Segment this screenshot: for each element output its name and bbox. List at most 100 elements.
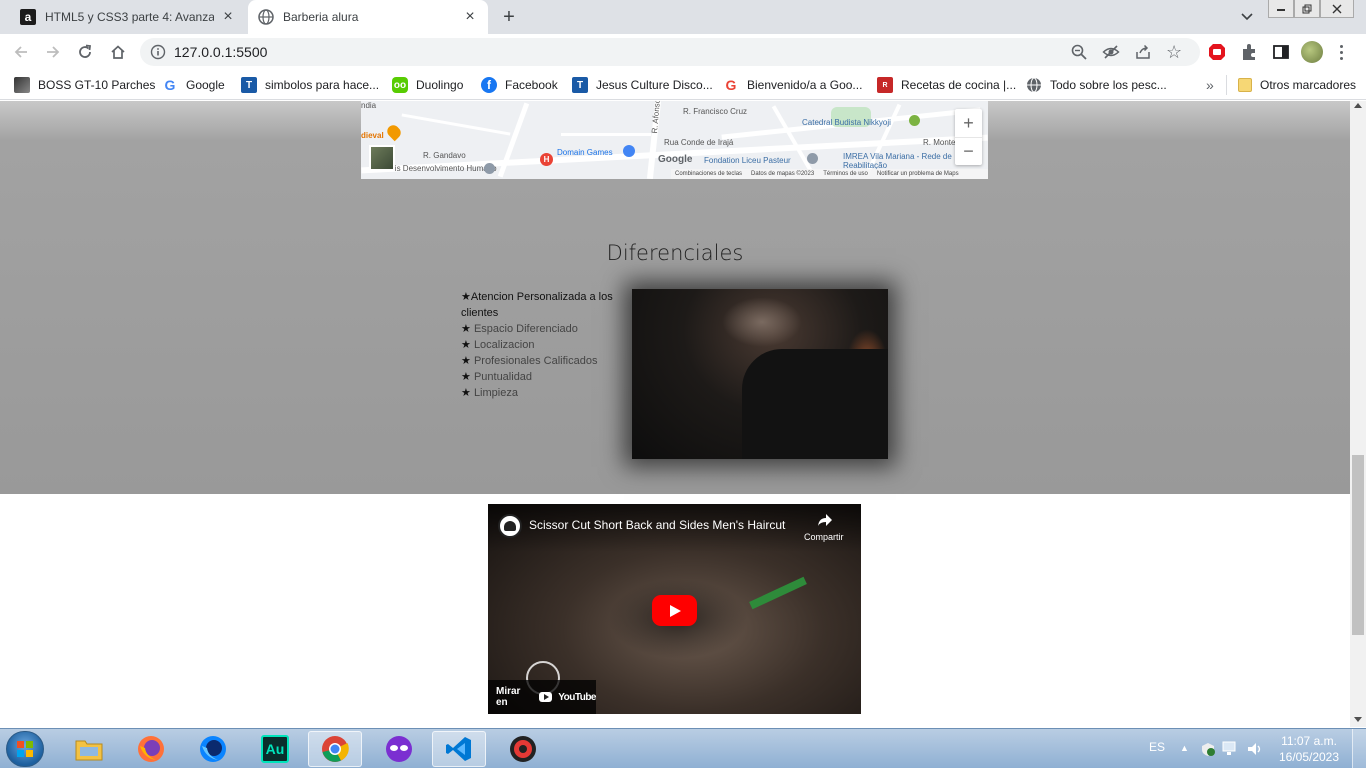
bookmark-label: Otros marcadores (1260, 78, 1357, 92)
bookmark-pesca[interactable]: Todo sobre los pesc... (1026, 76, 1167, 94)
section-title: Diferenciales (606, 241, 744, 265)
bookmarks-divider (1226, 75, 1227, 95)
page-scrollbar[interactable] (1350, 101, 1366, 727)
network-icon[interactable] (1222, 741, 1240, 757)
list-item: ★ Localizacion (461, 337, 631, 353)
bookmark-label: Recetas de cocina |... (901, 78, 1017, 92)
page-viewport: ndia dieval R. Gandavo Modulis Desenvolv… (0, 101, 1350, 727)
start-button[interactable] (6, 731, 44, 767)
language-indicator[interactable]: ES (1149, 740, 1165, 754)
youtube-wordmark: YouTube (558, 691, 596, 703)
google-icon: G (725, 77, 737, 93)
youtube-embed[interactable]: Scissor Cut Short Back and Sides Men's H… (488, 504, 861, 714)
google-logo: Google (658, 154, 693, 165)
t-icon: T (572, 77, 588, 93)
scroll-down-icon[interactable] (1354, 717, 1362, 722)
zoom-in-button[interactable]: + (955, 109, 982, 137)
menu-icon[interactable] (1337, 43, 1345, 61)
audition-icon[interactable]: Au (248, 731, 302, 767)
bookmark-label: BOSS GT-10 Parches (38, 78, 156, 92)
zoom-out-button[interactable]: − (955, 137, 982, 165)
close-window-button[interactable] (1320, 0, 1354, 18)
bookmark-label: Jesus Culture Disco... (596, 78, 713, 92)
other-bookmarks-folder[interactable]: Otros marcadores (1238, 76, 1356, 94)
map-footer-link: Datos de mapas ©2023 (751, 171, 815, 177)
extensions-icon[interactable] (1239, 42, 1259, 62)
map-footer-link[interactable]: Términos de uso (823, 171, 868, 177)
action-center-icon[interactable] (1200, 741, 1216, 757)
home-icon[interactable] (106, 40, 130, 64)
google-icon: G (164, 77, 176, 93)
back-icon[interactable] (9, 40, 33, 64)
bookmarks-overflow-button[interactable]: » (1206, 76, 1214, 94)
chrome-icon[interactable] (308, 731, 362, 767)
map-footer-link[interactable]: Combinaciones de teclas (675, 171, 742, 177)
side-panel-icon[interactable] (1271, 42, 1291, 62)
bookmark-boss[interactable]: BOSS GT-10 Parches (14, 76, 155, 94)
boss-icon (14, 77, 30, 93)
map-label: ndia (361, 101, 377, 110)
watch-on-youtube-button[interactable]: Mirar en YouTube (488, 680, 596, 714)
share-icon[interactable] (816, 512, 834, 530)
play-button[interactable] (652, 595, 697, 626)
share-icon[interactable] (1134, 43, 1152, 64)
store-pin-icon (623, 145, 635, 157)
share-label[interactable]: Compartir (804, 532, 844, 542)
new-tab-button[interactable]: + (498, 6, 520, 28)
tab-barberia-alura[interactable]: Barberia alura × (248, 0, 488, 34)
map-label: R. Monte (923, 138, 956, 147)
map-footer-link[interactable]: Notificar un problema de Maps (877, 171, 959, 177)
zoom-icon[interactable] (1070, 43, 1088, 64)
vscode-icon[interactable] (432, 731, 486, 767)
adblock-icon[interactable] (1207, 42, 1227, 62)
item-text: Limpieza (473, 387, 518, 399)
firefox-developer-icon[interactable] (186, 731, 240, 767)
video-title[interactable]: Scissor Cut Short Back and Sides Men's H… (529, 518, 785, 532)
scroll-up-icon[interactable] (1354, 103, 1362, 108)
youtube-logo-icon (538, 692, 553, 702)
star-icon: ★ (461, 291, 471, 303)
reload-icon[interactable] (73, 40, 97, 64)
forward-icon[interactable] (41, 40, 65, 64)
url-text: 127.0.0.1:5500 (174, 44, 268, 60)
list-item: ★ Limpieza (461, 385, 631, 401)
google-map[interactable]: ndia dieval R. Gandavo Modulis Desenvolv… (361, 101, 988, 179)
restore-button[interactable] (1294, 0, 1320, 18)
list-item: ★ Puntualidad (461, 369, 631, 385)
folder-icon (1238, 78, 1252, 92)
clock[interactable]: 11:07 a.m. 16/05/2023 (1274, 733, 1344, 765)
address-bar[interactable]: 127.0.0.1:5500 ☆ (140, 38, 1200, 66)
file-explorer-icon[interactable] (62, 731, 116, 767)
channel-avatar[interactable] (498, 514, 522, 538)
bookmark-duolingo[interactable]: oo Duolingo (392, 76, 463, 94)
volume-icon[interactable] (1246, 741, 1264, 757)
firefox-icon[interactable] (124, 731, 178, 767)
bookmark-bienvenido[interactable]: G Bienvenido/a a Goo... (723, 76, 863, 94)
star-icon: ★ (461, 371, 471, 383)
minimize-button[interactable] (1268, 0, 1294, 18)
tray-expand-icon[interactable]: ▲ (1180, 743, 1189, 753)
bookmark-google[interactable]: G Google (162, 76, 225, 94)
private-browser-icon[interactable] (372, 731, 426, 767)
tab-search-icon[interactable] (1238, 8, 1256, 26)
git-app-icon[interactable] (496, 731, 550, 767)
close-tab-icon[interactable]: × (462, 8, 478, 25)
site-info-icon[interactable] (150, 44, 166, 60)
satellite-toggle-button[interactable] (369, 145, 395, 171)
item-text: Atencion Personalizada a los clientes (461, 291, 613, 319)
recetas-icon: R (877, 77, 893, 93)
show-desktop-button[interactable] (1352, 729, 1366, 769)
scroll-thumb[interactable] (1352, 455, 1364, 635)
eye-slash-icon[interactable] (1102, 43, 1120, 64)
bookmark-recetas[interactable]: R Recetas de cocina |... (877, 76, 1016, 94)
bookmark-jesus-culture[interactable]: T Jesus Culture Disco... (572, 76, 713, 94)
close-tab-icon[interactable]: × (220, 8, 236, 25)
avatar[interactable] (1301, 41, 1323, 63)
globe-icon (1026, 77, 1042, 93)
bookmark-facebook[interactable]: f Facebook (481, 76, 558, 94)
bookmark-star-icon[interactable]: ☆ (1166, 42, 1182, 63)
bookmark-simbolos[interactable]: T simbolos para hace... (241, 76, 379, 94)
list-item: ★ Profesionales Calificados (461, 353, 631, 369)
star-icon: ★ (461, 339, 471, 351)
tab-html5-css3[interactable]: a HTML5 y CSS3 parte 4: Avanzand × (10, 0, 246, 34)
